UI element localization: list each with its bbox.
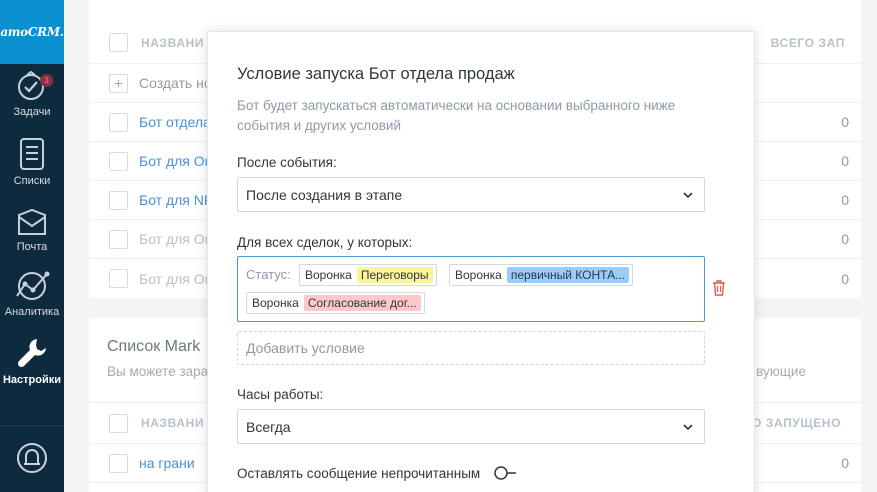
row-name[interactable]: Бот для Он [139,271,212,287]
chevron-down-icon [683,424,693,431]
logo-area[interactable]: amoCRM. [0,0,64,64]
sidebar: amoCRM. Задачи 3 Списки Почта Аналитика … [0,0,64,492]
nav-analytics[interactable]: Аналитика [0,270,64,318]
chevron-down-icon [683,192,693,199]
event-select-value: После создания в этапе [246,186,403,203]
unread-toggle-row: Оставлять сообщение непрочитанным [237,465,517,481]
section-subtitle-right: вующие [756,364,806,379]
column-name-header: НАЗВАНИ [141,35,205,50]
row-checkbox[interactable] [109,269,128,288]
logo: amoCRM. [0,25,64,39]
column-total-header: ВСЕГО ЗАП [770,35,845,50]
tag-pipeline: Воронка [455,268,502,282]
lists-icon [20,138,44,170]
status-condition-box[interactable]: Статус: Воронка Переговоры Воронка перви… [237,256,705,322]
nav-tasks[interactable]: Задачи 3 [0,70,64,118]
row-checkbox[interactable] [109,151,128,171]
tag-stage: Переговоры [356,267,433,283]
row-name[interactable]: Бот для NP [139,192,213,208]
trigger-condition-modal: Условие запуска Бот отдела продаж Бот бу… [207,31,755,492]
section-title: Список Mark [107,338,201,355]
plus-icon[interactable]: + [109,73,128,93]
row-value: 0 [841,270,849,287]
tag-pipeline: Воронка [252,296,299,310]
trash-icon[interactable] [712,280,726,296]
row-name[interactable]: Бот отдела [139,114,211,130]
modal-subtitle: Бот будет запускаться автоматически на о… [237,98,676,133]
hours-label: Часы работы: [237,387,324,402]
row-name[interactable]: Бот для Он [139,153,212,169]
hours-select[interactable]: Всегда [237,409,705,444]
unread-toggle[interactable] [493,465,517,481]
settings-icon [17,339,46,368]
column-name-header: НАЗВАНИ [141,416,205,430]
nav-tasks-label: Задачи [13,106,51,118]
nav-mail-label: Почта [16,241,48,253]
section-subtitle: Вы можете зара [107,364,209,379]
deals-label: Для всех сделок, у которых: [237,235,413,250]
status-tag[interactable]: Воронка Согласование дог... [246,292,425,314]
tag-stage: первичный КОНТА... [506,267,630,283]
row-checkbox[interactable] [109,112,128,132]
create-label[interactable]: Создать но [139,75,212,91]
status-tag[interactable]: Воронка первичный КОНТА... [449,264,634,286]
event-label: После события: [237,155,337,170]
mail-icon [18,208,46,235]
status-tag[interactable]: Воронка Переговоры [299,264,437,286]
row-value: 0 [841,455,849,471]
row-checkbox[interactable] [109,453,128,473]
unread-label: Оставлять сообщение непрочитанным [237,465,481,481]
event-select[interactable]: После создания в этапе [237,177,705,212]
row-name[interactable]: на грани [139,455,195,471]
nav-notifications[interactable] [0,440,64,482]
row-checkbox[interactable] [109,229,128,249]
row-value: 0 [841,231,849,247]
tag-stage: Согласование дог... [303,295,421,311]
status-label: Статус: [246,267,291,282]
row-value: 0 [841,192,849,208]
nav-lists-label: Списки [13,175,51,187]
tasks-badge: 3 [40,74,53,87]
row-value: 0 [841,114,849,130]
row-checkbox[interactable] [109,190,128,210]
nav-analytics-label: Аналитика [4,306,60,318]
nav-settings[interactable]: Настройки [0,336,64,386]
analytics-icon [16,271,50,300]
hours-select-value: Всегда [246,418,291,435]
column-launched-header: О ЗАПУЩЕНО [751,416,841,430]
bell-icon [17,443,47,473]
add-condition-button[interactable]: Добавить условие [237,331,705,365]
modal-title: Условие запуска Бот отдела продаж [237,65,515,83]
row-name[interactable]: Бот для Он [139,231,212,247]
nav-mail[interactable]: Почта [0,207,64,253]
row-value: 0 [841,153,849,169]
nav-settings-label: Настройки [2,374,62,386]
nav-lists[interactable]: Списки [0,137,64,187]
sidebar-divider [0,425,64,426]
select-all-checkbox[interactable] [109,413,128,433]
tag-pipeline: Воронка [305,268,352,282]
select-all-checkbox[interactable] [109,33,128,52]
